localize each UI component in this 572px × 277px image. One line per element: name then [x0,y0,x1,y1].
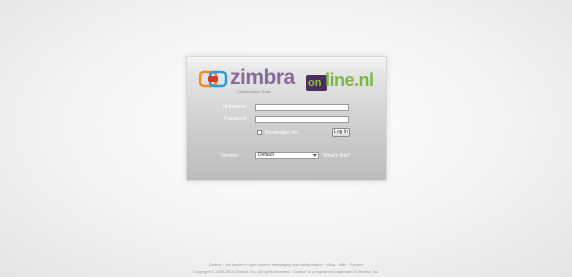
password-label: Password: [223,116,247,122]
online-wordmark: line.nl [325,70,374,90]
logo: zimbra Collaboration Suite on line.nl [199,65,375,95]
zimbra-wordmark: zimbra [230,66,295,89]
version-label: Version: [220,153,239,159]
login-button[interactable]: Log In [332,128,350,137]
footer-copyright: Copyright © 2005-2010 Zimbra, Inc. All r… [192,269,380,274]
remember-me-checkbox[interactable] [257,130,262,135]
chevron-down-icon [313,154,317,157]
zimbra-logo-icon [199,70,228,88]
remember-me-label: Remember me [265,130,299,136]
login-panel: zimbra Collaboration Suite on line.nl Us… [186,56,387,181]
zimbra-tagline: Collaboration Suite [237,89,271,94]
version-select[interactable]: Default [255,152,319,159]
online-badge-text: on [308,77,322,89]
version-select-value: Default [258,152,274,158]
whats-this-link[interactable]: What's this? [323,153,350,159]
username-label: Username: [222,104,247,110]
footer-links: Zimbra :: the leader in open source mess… [208,262,364,267]
username-input[interactable] [255,104,349,111]
password-input[interactable] [255,116,349,123]
